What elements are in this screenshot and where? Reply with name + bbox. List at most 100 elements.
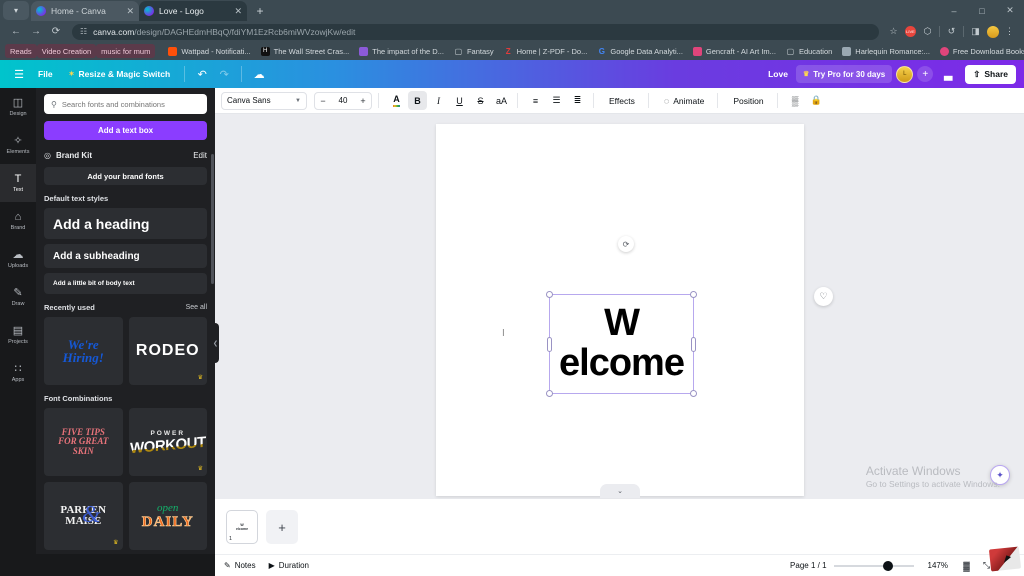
undo-icon[interactable]: ↶ <box>191 63 213 85</box>
panel-collapse-handle[interactable]: ❮ <box>212 323 219 363</box>
sidebar-item-draw[interactable]: ✎ Draw <box>0 278 36 316</box>
tab-search-button[interactable]: ▾ <box>3 1 29 20</box>
bookmark-z-pdf[interactable]: Z Home | Z-PDF - Do... <box>499 44 593 58</box>
address-bar[interactable]: ☷ canva.com /design/DAGHEdmHBqQ/fdiYM1Ez… <box>72 23 879 40</box>
browser-tab-home-canva[interactable]: Home - Canva ✕ <box>31 1 139 21</box>
bookmark-google-data-analytics[interactable]: G Google Data Analyti... <box>592 44 688 58</box>
add-text-box-button[interactable]: Add a text box <box>44 121 207 140</box>
font-combination-item[interactable]: POWER WORKOUT ♛ <box>128 408 207 476</box>
bookmark-wattpad[interactable]: Wattpad - Notificati... <box>163 44 255 58</box>
minimize-icon[interactable]: – <box>940 0 968 21</box>
font-size-input[interactable] <box>331 96 355 105</box>
font-combination-item[interactable]: PARKEN MAISE & ♛ <box>44 482 123 550</box>
split-screen-icon[interactable]: ◨ <box>967 23 984 40</box>
sidebar-item-uploads[interactable]: ☁ Uploads <box>0 240 36 278</box>
resize-handle-bottom-left[interactable] <box>546 390 553 397</box>
file-menu-button[interactable]: File <box>30 64 61 84</box>
bookmark-gencraft[interactable]: Gencraft - AI Art Im... <box>688 44 781 58</box>
bookmark-folder-education[interactable]: ▢ Education <box>781 44 837 58</box>
add-body-text-style[interactable]: Add a little bit of body text <box>44 273 207 294</box>
recently-used-item[interactable]: We're Hiring! <box>44 317 123 385</box>
recently-used-item[interactable]: RODEO ♛ <box>128 317 207 385</box>
resize-magic-switch-button[interactable]: ✶ Resize & Magic Switch <box>61 64 179 84</box>
page-thumbnail-1[interactable]: W elcome 1 <box>226 510 258 544</box>
comment-button[interactable]: ♡ <box>814 287 833 306</box>
extension-badge-icon[interactable]: LIVE <box>902 23 919 40</box>
browser-menu-icon[interactable]: ⋮ <box>1001 23 1018 40</box>
bookmark-wall-street-crash[interactable]: H The Wall Street Cras... <box>256 44 355 58</box>
bookmark-video-creation[interactable]: Video Creation <box>36 44 97 58</box>
underline-button[interactable]: U <box>450 91 469 110</box>
brand-kit-edit-button[interactable]: Edit <box>193 151 207 160</box>
duration-button[interactable]: ▶ Duration <box>269 561 309 570</box>
redo-icon[interactable]: ↷ <box>213 63 235 85</box>
zoom-knob[interactable] <box>883 560 894 571</box>
sidebar-item-projects[interactable]: ▤ Projects <box>0 316 36 354</box>
page-expand-tab[interactable]: ⌄ <box>600 484 640 498</box>
search-input[interactable] <box>61 99 200 109</box>
resize-handle-left[interactable] <box>547 337 552 352</box>
insights-chart-icon[interactable]: ▃ <box>937 63 959 85</box>
strikethrough-button[interactable]: S <box>471 91 490 110</box>
browser-tab-love-logo[interactable]: Love - Logo ✕ <box>139 1 247 21</box>
maximize-icon[interactable]: □ <box>968 0 996 21</box>
add-subheading-style[interactable]: Add a subheading <box>44 244 207 268</box>
font-size-stepper[interactable]: − + <box>314 91 372 110</box>
cloud-save-icon[interactable]: ☁ <box>248 63 270 85</box>
letter-case-button[interactable]: aA <box>492 91 511 110</box>
bookmark-music-for-mum[interactable]: music for mum <box>96 44 156 58</box>
bookmark-star-icon[interactable]: ☆ <box>885 23 902 40</box>
bookmark-folder-fantasy[interactable]: ▢ Fantasy <box>449 44 499 58</box>
sidebar-item-elements[interactable]: ✧ Elements <box>0 126 36 164</box>
bookmark-harlequin-romance[interactable]: Harlequin Romance:... <box>837 44 935 58</box>
project-name[interactable]: Love <box>760 64 796 84</box>
font-color-button[interactable]: A <box>387 91 406 110</box>
effects-button[interactable]: Effects <box>602 91 642 110</box>
add-heading-style[interactable]: Add a heading <box>44 208 207 239</box>
font-combination-item[interactable]: open DAILY <box>128 482 207 550</box>
line-spacing-button[interactable]: ≣ <box>568 91 587 110</box>
italic-button[interactable]: I <box>429 91 448 110</box>
add-collaborator-button[interactable]: + <box>917 66 934 82</box>
zoom-slider[interactable] <box>833 560 914 571</box>
sidebar-item-brand[interactable]: ⌂ Brand <box>0 202 36 240</box>
design-page[interactable]: W elcome I ⟳ ⌄ <box>436 124 804 498</box>
zoom-track[interactable] <box>833 560 914 571</box>
resize-handle-top-left[interactable] <box>546 291 553 298</box>
selected-text-element[interactable]: W elcome I <box>502 291 697 397</box>
sidebar-item-design[interactable]: ◫ Design <box>0 88 36 126</box>
resize-handle-top-right[interactable] <box>690 291 697 298</box>
position-button[interactable]: Position <box>726 91 770 110</box>
try-pro-button[interactable]: ♛ Try Pro for 30 days <box>795 65 893 83</box>
notes-button[interactable]: ✎ Notes <box>224 561 256 570</box>
tab-close-icon[interactable]: ✕ <box>126 6 134 17</box>
bookmark-reads[interactable]: Reads <box>5 44 37 58</box>
hamburger-menu-icon[interactable]: ☰ <box>8 63 30 85</box>
sidebar-item-apps[interactable]: ∷ Apps <box>0 354 36 392</box>
bold-button[interactable]: B <box>408 91 427 110</box>
font-search-box[interactable]: ⚲ <box>44 94 207 114</box>
bookmark-free-download-books[interactable]: Free Download Books <box>935 44 1024 58</box>
add-page-button[interactable]: + <box>266 510 298 544</box>
font-size-increase-button[interactable]: + <box>355 96 371 106</box>
forward-icon[interactable]: → <box>26 22 46 42</box>
reload-icon[interactable]: ⟳ <box>46 22 66 42</box>
font-combination-item[interactable]: FIVE TIPS FOR GREAT SKIN <box>44 408 123 476</box>
add-brand-fonts-button[interactable]: Add your brand fonts <box>44 167 207 185</box>
user-avatar[interactable]: L <box>896 65 914 83</box>
rotate-handle[interactable]: ⟳ <box>618 236 634 252</box>
back-icon[interactable]: ← <box>6 22 26 42</box>
text-align-button[interactable]: ≡ <box>526 91 545 110</box>
lock-icon[interactable]: 🔒 <box>807 91 826 110</box>
see-all-link[interactable]: See all <box>186 304 207 311</box>
font-family-select[interactable]: Canva Sans ▼ <box>221 91 307 110</box>
close-window-icon[interactable]: ✕ <box>996 0 1024 21</box>
site-info-icon[interactable]: ☷ <box>80 27 87 36</box>
history-icon[interactable]: ↺ <box>943 23 960 40</box>
magic-studio-button[interactable]: ✦ <box>990 465 1010 485</box>
tab-close-icon[interactable]: ✕ <box>234 6 242 17</box>
resize-handle-right[interactable] <box>691 337 696 352</box>
panel-scrollbar[interactable] <box>211 154 214 284</box>
profile-avatar[interactable] <box>984 23 1001 40</box>
animate-button[interactable]: ◌ Animate <box>657 91 712 110</box>
